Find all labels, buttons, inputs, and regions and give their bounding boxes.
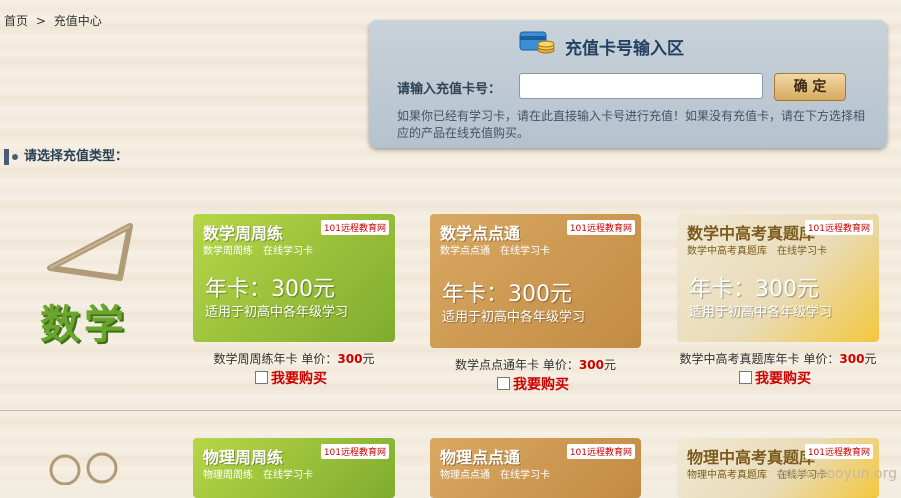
breadcrumb-home-link[interactable]: 首页 [4, 14, 28, 28]
card-title: 物理点点通 [440, 448, 521, 467]
buy-checkbox-math-diandiantong[interactable]: 我要购买 [497, 374, 569, 394]
product-caption: 数学中高考真题库年卡 单价：300元 [677, 350, 879, 367]
bullet-dot-icon [12, 153, 18, 160]
lightbulb-icon [49, 452, 118, 485]
section-label-text: 请选择充值类型： [24, 149, 129, 164]
product-card-physics-diandiantong[interactable]: 物理点点通 物理点点通 在线学习卡 101远程教育网 [430, 438, 641, 498]
caption-text: 数学点点通年卡 单价： [455, 358, 579, 372]
breadcrumb-separator: > [35, 14, 46, 28]
checkbox[interactable] [255, 371, 268, 384]
buy-label: 我要购买 [755, 371, 811, 387]
panel-title: 充值卡号输入区 [565, 39, 684, 59]
panel-note: 如果你已经有学习卡，请在此直接输入卡号进行充值！如果没有充值卡，请在下方选择相应… [397, 109, 866, 140]
buy-label: 我要购买 [271, 371, 327, 387]
price-unit: 元 [362, 352, 375, 366]
brand-logo: 101远程教育网 [804, 444, 873, 459]
card-description: 适用于初高中各年级学习 [689, 305, 833, 320]
product-caption: 数学点点通年卡 单价：300元 [430, 356, 641, 373]
subject-title-math: 数学 [40, 302, 128, 348]
product-card-math-exam-bank[interactable]: 数学中高考真题库 数学中高考真题库 在线学习卡 101远程教育网 年卡：300元… [677, 214, 879, 342]
card-price-text: 年卡：300元 [205, 277, 335, 302]
watermark: www.wooyun.org [777, 466, 897, 482]
brand-logo: 101远程教育网 [320, 444, 389, 459]
card-description: 适用于初高中各年级学习 [442, 310, 586, 325]
section-label: 请选择充值类型： [4, 145, 128, 165]
card-subtitle: 数学点点通 在线学习卡 [440, 246, 550, 257]
price-value: 300 [578, 358, 604, 372]
brand-logo: 101远程教育网 [804, 220, 873, 235]
price-value: 300 [839, 352, 865, 366]
card-subtitle: 数学周周练 在线学习卡 [203, 246, 313, 257]
breadcrumb-current: 充值中心 [53, 14, 102, 28]
triangle-ruler-icon [47, 223, 133, 281]
card-title: 数学周周练 [203, 224, 284, 243]
confirm-button[interactable]: 确 定 [774, 73, 846, 101]
caption-text: 数学周周练年卡 单价： [213, 352, 338, 366]
buy-checkbox-math-exam-bank[interactable]: 我要购买 [739, 368, 811, 388]
card-number-panel: 充值卡号输入区 请输入充值卡号： 确 定 如果你已经有学习卡，请在此直接输入卡号… [369, 20, 887, 148]
price-unit: 元 [864, 352, 877, 366]
caption-text: 数学中高考真题库年卡 单价： [679, 352, 840, 366]
breadcrumb: 首页 > 充值中心 [4, 12, 106, 29]
brand-logo: 101远程教育网 [320, 220, 389, 235]
price-unit: 元 [603, 358, 616, 372]
brand-logo: 101远程教育网 [566, 220, 635, 235]
card-subtitle: 数学中高考真题库 在线学习卡 [687, 246, 827, 257]
card-description: 适用于初高中各年级学习 [205, 305, 349, 320]
bullet-bar-icon [4, 148, 9, 165]
card-title: 物理中高考真题库 [687, 448, 816, 467]
card-subtitle: 物理周周练 在线学习卡 [203, 470, 313, 481]
card-subtitle: 物理点点通 在线学习卡 [440, 470, 550, 481]
product-card-physics-weekly[interactable]: 物理周周练 物理周周练 在线学习卡 101远程教育网 [193, 438, 395, 498]
buy-label: 我要购买 [513, 377, 569, 393]
buy-checkbox-math-weekly[interactable]: 我要购买 [255, 368, 327, 388]
price-value: 300 [337, 352, 363, 366]
section-divider [0, 410, 901, 411]
product-card-math-diandiantong[interactable]: 数学点点通 数学点点通 在线学习卡 101远程教育网 年卡：300元 适用于初高… [430, 214, 641, 348]
card-title: 数学中高考真题库 [687, 224, 816, 243]
card-number-input[interactable] [519, 73, 763, 99]
brand-logo: 101远程教育网 [566, 444, 635, 459]
card-coin-icon [519, 31, 555, 54]
card-title: 物理周周练 [203, 448, 284, 467]
card-number-label: 请输入充值卡号： [397, 82, 502, 97]
card-price-text: 年卡：300元 [442, 282, 572, 307]
product-caption: 数学周周练年卡 单价：300元 [193, 350, 395, 367]
card-title: 数学点点通 [440, 224, 521, 243]
product-card-math-weekly[interactable]: 数学周周练 数学周周练 在线学习卡 101远程教育网 年卡：300元 适用于初高… [193, 214, 395, 342]
checkbox[interactable] [739, 371, 752, 384]
card-price-text: 年卡：300元 [689, 277, 819, 302]
checkbox[interactable] [497, 377, 510, 390]
